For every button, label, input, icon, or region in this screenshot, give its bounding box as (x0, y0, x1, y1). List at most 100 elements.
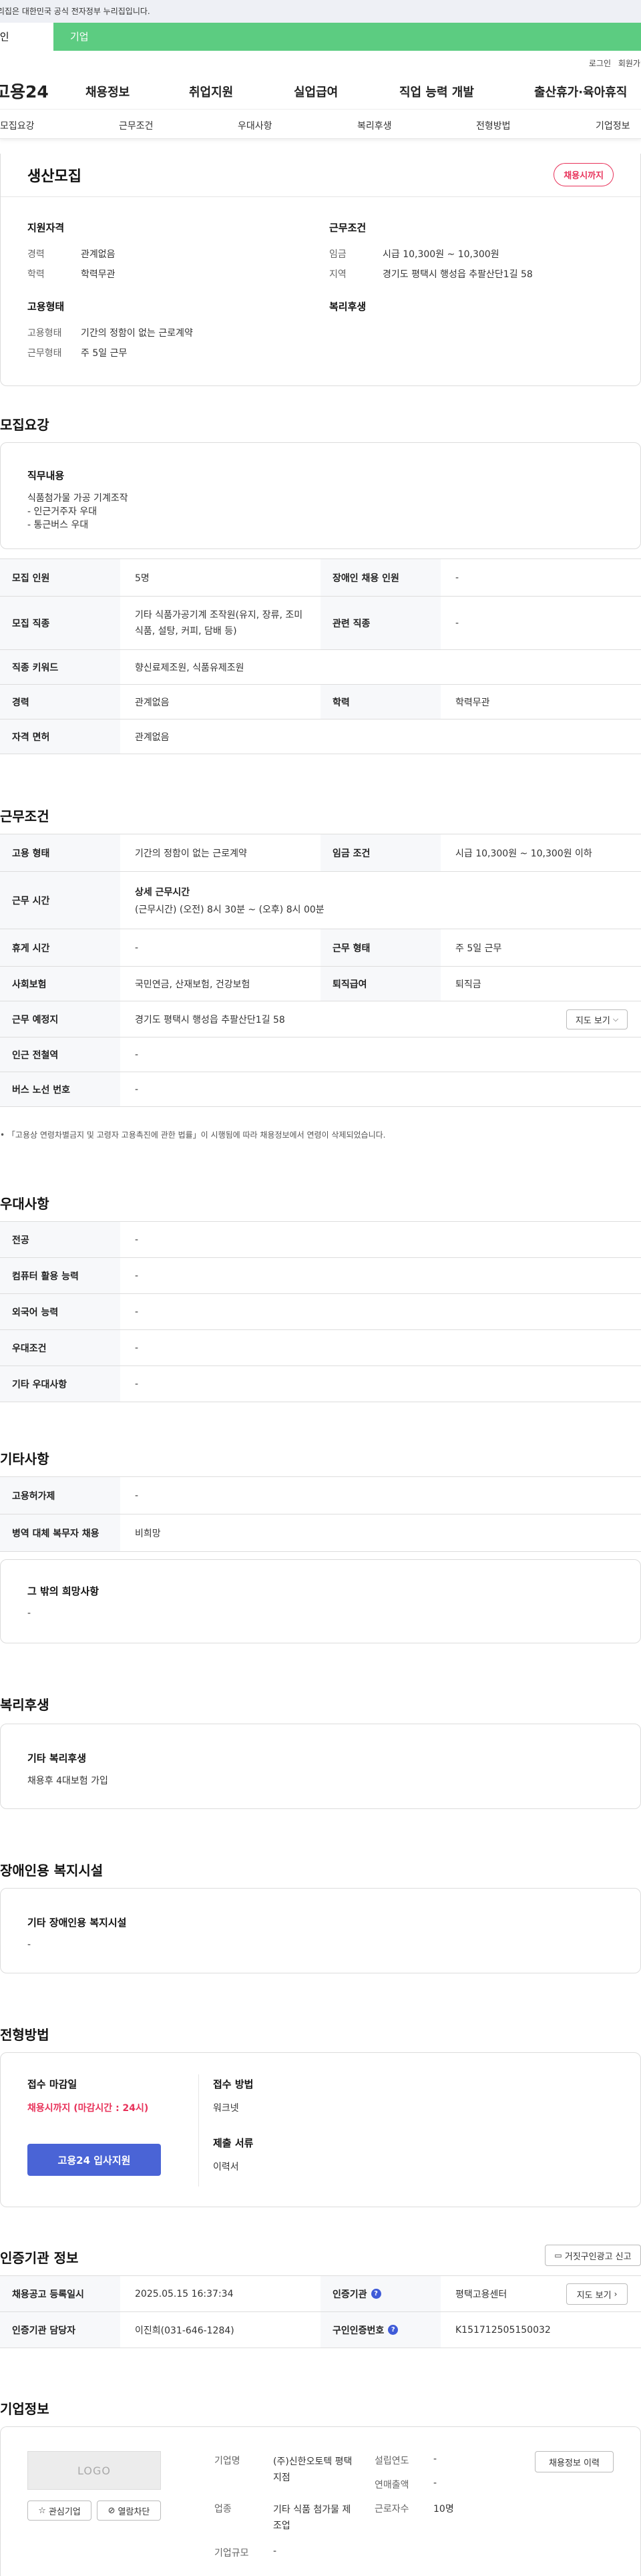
prefer-condition-label: 우대조건 (0, 1330, 120, 1365)
founded-label: 설립연도 (375, 2456, 409, 2466)
report-button[interactable]: ▭ 거짓구인광고 신고 (545, 2245, 641, 2266)
table-row: 전공 - (0, 1222, 641, 1258)
wage-value: 시급 10,300원 ~ 10,300원 이하 (455, 848, 592, 859)
info-icon[interactable]: ? (371, 2289, 381, 2299)
block-icon: ⊘ (108, 2505, 116, 2516)
join-link[interactable]: 회원가입 (618, 57, 641, 69)
edu-value: 학력무관 (455, 697, 490, 708)
table-row: 휴게 시간 - 근무 형태 주 5일 근무 (0, 929, 641, 967)
table-row: 버스 노선 번호 - (0, 1072, 641, 1107)
table-row: 외국어 능력 - (0, 1294, 641, 1330)
permit-value: - (135, 1490, 139, 1501)
keyword-label: 직종 키워드 (0, 650, 120, 684)
block-view-label: 열람차단 (118, 2507, 150, 2517)
qual-edu-label: 학력 (27, 269, 45, 280)
table-row: 기타 우대사항 - (0, 1366, 641, 1402)
recruit-heading: 모집요강 (0, 417, 49, 433)
table-row: 고용 형태 기간의 정함이 없는 근로계약 임금 조건 시급 10,300원 ~… (0, 834, 641, 872)
permit-label: 고용허가제 (0, 1477, 120, 1514)
reg-value: 2025.05.15 16:37:34 (135, 2288, 234, 2299)
welfare-card: 기타 복리후생 채용후 4대보험 가입 (0, 1724, 641, 1809)
section-nav-company[interactable]: 기업정보 (596, 119, 630, 132)
agency-table: 채용공고 등록일시 2025.05.15 16:37:34 인증기관? 평택고용… (0, 2275, 641, 2348)
block-view-button[interactable]: ⊘ 열람차단 (97, 2501, 161, 2521)
info-icon[interactable]: ? (388, 2325, 399, 2335)
employees-value: 10명 (433, 2504, 454, 2515)
age-notice: • 「고용상 연령차별금지 및 고령자 고용촉진에 관한 법률」이 시행됨에 따… (0, 1129, 385, 1140)
subway-value: - (135, 1049, 139, 1060)
prefer-major-value: - (135, 1234, 139, 1245)
table-row: 근무 시간 상세 근무시간 (근무시간) (오전) 8시 30분 ~ (오후) … (0, 872, 641, 929)
industry-value: 기타 식품 첨가물 제조업 (273, 2505, 351, 2531)
map-button[interactable]: 지도 보기 ⌵ (566, 1009, 628, 1029)
tab-person[interactable]: 개인 (0, 23, 53, 51)
insurance-value: 국민연금, 산재보험, 건강보험 (135, 979, 250, 990)
menu-parental-leave[interactable]: 출산휴가·육아휴직 (534, 83, 627, 100)
job-category-label: 모집 직종 (0, 597, 120, 649)
duty-line-2: - 인근거주자 우대 (27, 506, 97, 517)
hours-title: 상세 근무시간 (135, 887, 190, 898)
company-name-value: (주)신한오토텍 평택지점 (273, 2456, 353, 2483)
section-nav-recruit[interactable]: 모집요강 (0, 119, 35, 132)
wage-label: 임금 조건 (320, 834, 441, 871)
worktype-label: 근무 형태 (320, 929, 441, 966)
qual-career-label: 경력 (27, 249, 45, 260)
section-nav-welfare[interactable]: 복리후생 (357, 119, 392, 132)
prefer-computer-value: - (135, 1270, 139, 1281)
emptype-value: 기간의 정함이 없는 근로계약 (135, 848, 247, 859)
prefer-computer-label: 컴퓨터 활용 능력 (0, 1258, 120, 1293)
interest-company-button[interactable]: ☆ 관심기업 (27, 2501, 91, 2521)
related-job-value: - (455, 617, 459, 629)
count-value: 5명 (135, 573, 150, 584)
menu-employment-support[interactable]: 취업지원 (189, 83, 233, 100)
login-link[interactable]: 로그인 (589, 57, 611, 69)
rest-label: 휴게 시간 (0, 929, 120, 966)
job-title: 생산모집 (27, 168, 81, 185)
retire-value: 퇴직금 (455, 979, 481, 990)
table-row: 사회보험 국민연금, 산재보험, 건강보험 퇴직급여 퇴직금 (0, 967, 641, 1001)
etc-table: 고용허가제 - 병역 대체 복무자 채용 비희망 (0, 1476, 641, 1552)
menu-jobs[interactable]: 채용정보 (85, 83, 130, 100)
section-nav-conditions[interactable]: 근무조건 (119, 119, 154, 132)
apply-button[interactable]: 고용24 입사지원 (27, 2144, 161, 2176)
emp-worktype-value: 주 5일 근무 (81, 348, 128, 359)
org-label: 인증기관 (333, 2289, 367, 2300)
work-wage-value: 시급 10,300원 ~ 10,300원 (383, 249, 499, 260)
selection-divider (198, 2074, 199, 2187)
history-button[interactable]: 채용정보 이력 (535, 2451, 614, 2472)
welfare-section-heading: 복리후생 (0, 1697, 49, 1713)
site-logo[interactable]: 고용24 (0, 79, 49, 103)
insurance-label: 사회보험 (0, 967, 120, 1001)
prefer-etc-value: - (135, 1378, 139, 1390)
reg-label: 채용공고 등록일시 (0, 2276, 120, 2311)
company-name-label: 기업명 (214, 2456, 240, 2466)
work-region-value: 경기도 평택시 행성읍 추팔산단1길 58 (383, 269, 533, 280)
table-row: 고용허가제 - (0, 1477, 641, 1514)
hope-heading: 그 밖의 희망사항 (27, 1585, 99, 1597)
company-heading: 기업정보 (0, 2401, 49, 2417)
emp-heading: 고용형태 (27, 301, 65, 313)
tab-business[interactable]: 기업 (70, 23, 89, 51)
menu-vocational-training[interactable]: 직업 능력 개발 (399, 83, 474, 100)
company-card: LOGO ☆ 관심기업 ⊘ 열람차단 기업명 (주)신한오토텍 평택지점 업종 기타… (0, 2426, 641, 2576)
recruit-table: 모집 인원 5명 장애인 채용 인원 - 모집 직종 기타 식품가공기계 조작원… (0, 558, 641, 754)
prefer-etc-label: 기타 우대사항 (0, 1366, 120, 1402)
org-map-button[interactable]: 지도 보기 › (566, 2283, 628, 2305)
emp-type-value: 기간의 정함이 없는 근로계약 (81, 328, 193, 339)
qual-heading: 지원자격 (27, 222, 65, 234)
work-wage-label: 임금 (329, 249, 347, 260)
table-row: 채용공고 등록일시 2025.05.15 16:37:34 인증기관? 평택고용… (0, 2276, 641, 2312)
qual-edu-value: 학력무관 (81, 269, 116, 280)
disabled-facility-heading: 장애인용 복지시설 (0, 1863, 103, 1879)
founded-value: - (433, 2454, 437, 2464)
gov-notice-bar: 이 누리집은 대한민국 공식 전자정부 누리집입니다. (0, 0, 641, 23)
keyword-value: 향신료제조원, 식품유제조원 (135, 662, 244, 673)
career-label: 경력 (0, 685, 120, 719)
section-nav-prefer[interactable]: 우대사항 (238, 119, 272, 132)
table-row: 직종 키워드 향신료제조원, 식품유제조원 (0, 650, 641, 685)
employees-label: 근로자수 (375, 2504, 409, 2515)
work-region-label: 지역 (329, 269, 347, 280)
chevron-down-icon: ⌵ (612, 1015, 619, 1023)
menu-unemployment-benefit[interactable]: 실업급여 (294, 83, 338, 100)
section-nav-selection[interactable]: 전형방법 (476, 119, 511, 132)
